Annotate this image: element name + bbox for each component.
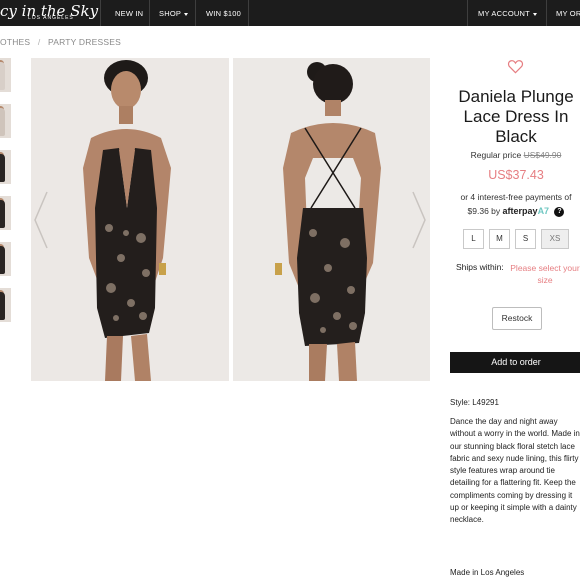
chevron-right-icon[interactable] [411, 190, 427, 250]
restock-button[interactable]: Restock [492, 307, 542, 330]
product-photo-front[interactable] [31, 58, 229, 381]
product-thumbnail[interactable] [0, 58, 11, 92]
nav-my-orders[interactable]: MY ORD [556, 0, 580, 26]
nav-divider [195, 0, 196, 26]
chevron-down-icon [532, 12, 537, 16]
nav-new-in[interactable]: NEW IN [115, 0, 143, 26]
product-thumbnail[interactable] [0, 242, 11, 276]
breadcrumb: OTHES / PARTY DRESSES [0, 37, 121, 47]
nav-divider [467, 0, 468, 26]
product-photo-back[interactable] [233, 58, 430, 381]
nav-divider [248, 0, 249, 26]
product-thumbnail[interactable] [0, 288, 11, 322]
size-option-s[interactable]: S [515, 229, 536, 249]
size-option-l[interactable]: L [463, 229, 484, 249]
afterpay-logo: afterpayA7 [502, 206, 550, 216]
ships-within-warning: Please select your size [510, 263, 580, 285]
chevron-left-icon[interactable] [33, 190, 49, 250]
style-code: Style: L49291 [450, 398, 499, 407]
ships-within-label: Ships within: [456, 262, 504, 272]
size-option-m[interactable]: M [489, 229, 510, 249]
afterpay-amount: $9.36 by [467, 206, 501, 216]
size-option-xs[interactable]: XS [541, 229, 569, 249]
regular-price-label: Regular price [470, 150, 522, 160]
product-thumbnail[interactable] [0, 150, 11, 184]
nav-win[interactable]: WIN $100 [206, 0, 241, 26]
top-navigation: cy in the Sky LOS ANGELES NEW IN SHOP WI… [0, 0, 580, 26]
product-thumbnail[interactable] [0, 104, 11, 138]
heart-icon[interactable] [507, 59, 524, 74]
nav-shop[interactable]: SHOP [159, 0, 189, 26]
afterpay-text: or 4 interest-free payments of [460, 192, 572, 202]
sale-price: US$37.43 [488, 168, 544, 182]
product-description: Dance the day and night away without a w… [450, 417, 580, 525]
made-in-label: Made in Los Angeles [450, 568, 525, 577]
nav-divider [100, 0, 101, 26]
nav-divider [149, 0, 150, 26]
breadcrumb-item[interactable]: PARTY DRESSES [48, 37, 121, 47]
product-thumbnail[interactable] [0, 196, 11, 230]
regular-price-value: US$49.90 [523, 150, 562, 160]
add-to-order-button[interactable]: Add to order [450, 352, 580, 373]
afterpay-mark: A7 [537, 206, 550, 216]
chevron-down-icon [184, 12, 189, 16]
brand-logo-subtitle: LOS ANGELES [28, 15, 74, 21]
nav-divider [546, 0, 547, 26]
nav-my-account[interactable]: MY ACCOUNT [478, 0, 537, 26]
breadcrumb-item[interactable]: OTHES [0, 37, 30, 47]
afterpay-installment: $9.36 by afterpayA7 ? [450, 206, 580, 217]
regular-price: Regular price US$49.90 [450, 150, 580, 160]
product-title: Daniela Plunge Lace Dress In Black [458, 87, 574, 146]
breadcrumb-separator: / [37, 37, 41, 47]
info-icon[interactable]: ? [554, 206, 565, 217]
